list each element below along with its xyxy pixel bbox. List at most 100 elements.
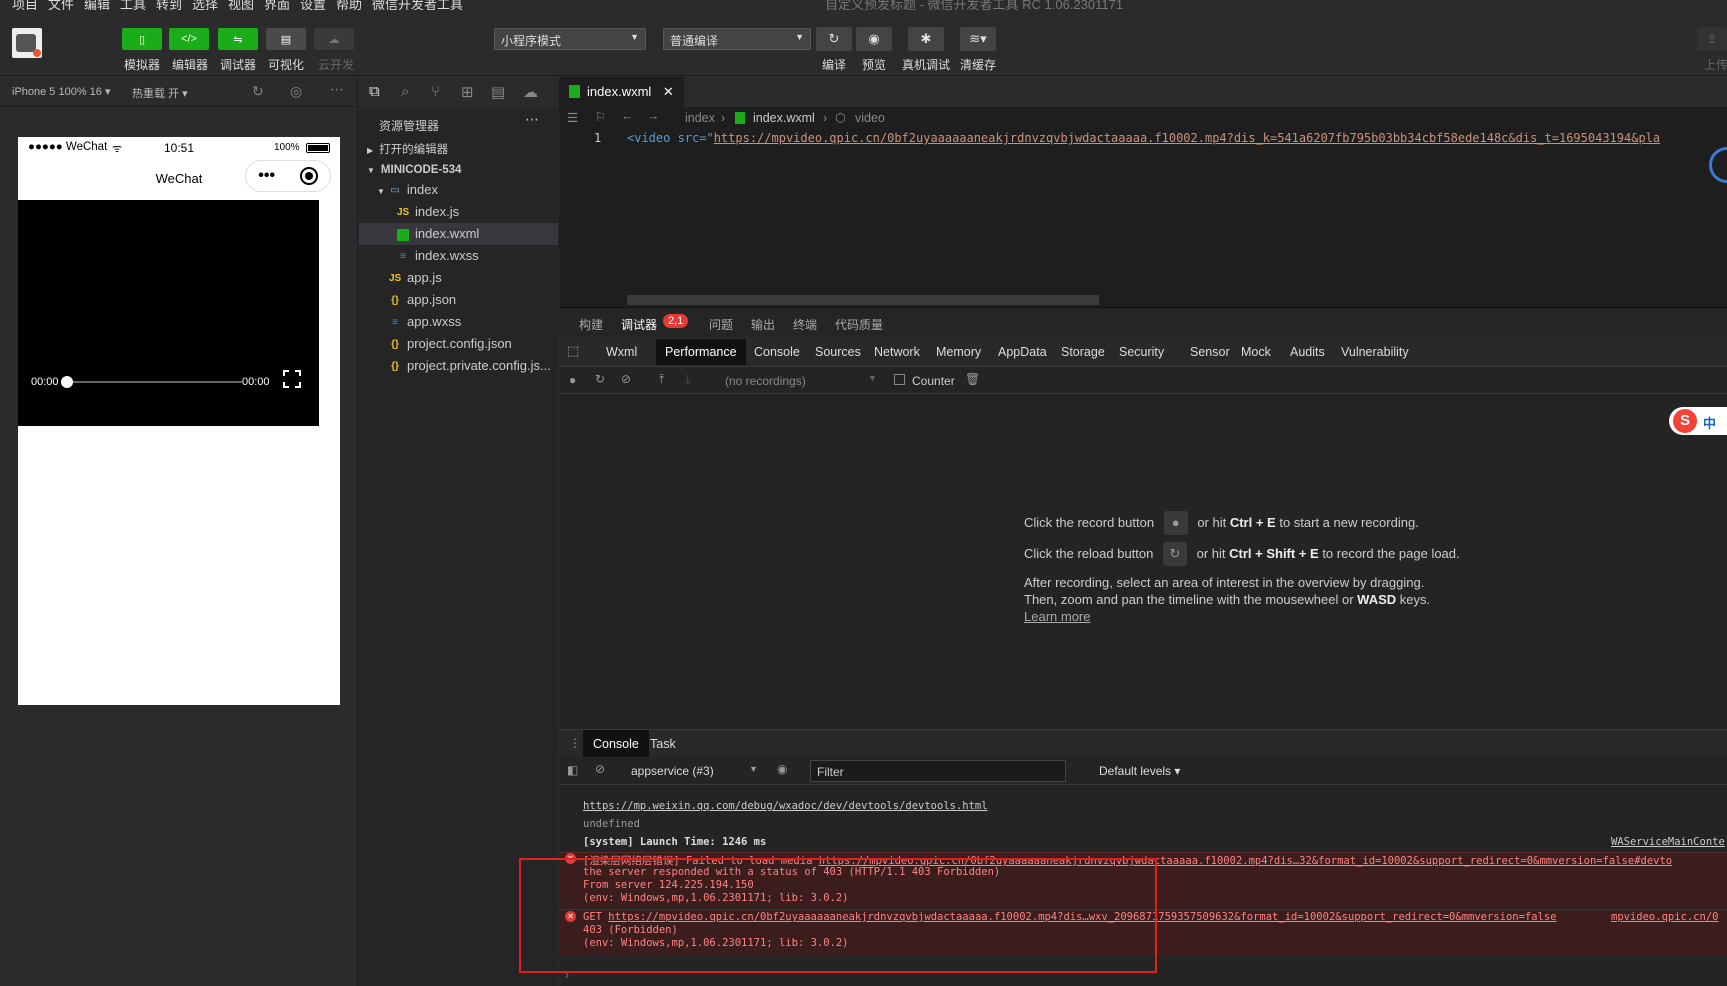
- capsule-menu[interactable]: •••: [245, 160, 331, 192]
- tab-terminal[interactable]: 终端: [793, 316, 817, 333]
- menu-goto[interactable]: 转到: [156, 0, 182, 10]
- levels-select[interactable]: Default levels ▾: [1099, 764, 1180, 778]
- tab-memory[interactable]: Memory: [927, 339, 990, 365]
- tab-storage[interactable]: Storage: [1052, 339, 1114, 365]
- outline-icon[interactable]: ▤: [491, 83, 505, 101]
- learn-more-link[interactable]: Learn more: [1024, 609, 1090, 624]
- floating-assistant-icon[interactable]: [1709, 147, 1727, 183]
- record-circle-icon[interactable]: ●: [1163, 511, 1188, 535]
- menu-help[interactable]: 帮助: [336, 0, 362, 10]
- file-tree-item[interactable]: index.wxml: [359, 223, 558, 245]
- cloud-dev-button[interactable]: ☁: [314, 28, 354, 50]
- simulator-toggle-button[interactable]: ▯: [122, 28, 162, 50]
- rotate-icon[interactable]: ↻: [252, 83, 264, 100]
- close-icon[interactable]: ✕: [663, 84, 674, 99]
- breadcrumb-file[interactable]: index.wxml: [753, 111, 815, 125]
- log-devtools-link[interactable]: https://mp.weixin.qq.com/debug/wxadoc/de…: [583, 800, 988, 812]
- file-tree-item[interactable]: {} project.config.json: [359, 333, 558, 355]
- drawer-menu-icon[interactable]: ⋮: [569, 736, 581, 750]
- explorer-more-icon[interactable]: ⋯: [525, 111, 539, 128]
- file-tree-item[interactable]: ≡ index.wxss: [359, 245, 558, 267]
- editor-toggle-button[interactable]: </>: [169, 28, 209, 50]
- file-tree-item[interactable]: JS app.js: [359, 267, 558, 289]
- code-url[interactable]: https://mpvideo.qpic.cn/0bf2uyaaaaaaneak…: [714, 131, 1660, 145]
- tab-code-quality[interactable]: 代码质量: [835, 316, 883, 333]
- menu-edit[interactable]: 编辑: [84, 0, 110, 10]
- tab-output[interactable]: 输出: [751, 316, 775, 333]
- menu-interface[interactable]: 界面: [264, 0, 290, 10]
- debugger-toggle-button[interactable]: ⇋: [218, 28, 258, 50]
- menu-settings[interactable]: 设置: [300, 0, 326, 10]
- file-tree-item[interactable]: JS index.js: [359, 201, 558, 223]
- more-dots-icon[interactable]: •••: [258, 167, 275, 185]
- record-icon[interactable]: ◎: [290, 83, 302, 100]
- file-tree-item[interactable]: ≡ app.wxss: [359, 311, 558, 333]
- hotreload-select[interactable]: 热重载 开 ▾: [132, 85, 188, 101]
- download-profile-icon[interactable]: ⤓: [685, 372, 690, 387]
- compile-select[interactable]: 普通编译 ▼: [663, 28, 811, 50]
- search-icon[interactable]: ⌕: [401, 83, 409, 100]
- reload-page-icon[interactable]: ↻: [1162, 542, 1187, 566]
- tab-console[interactable]: Console: [745, 339, 809, 365]
- video-progress-handle[interactable]: [61, 376, 73, 388]
- video-player[interactable]: 00:00 00:00: [18, 200, 319, 426]
- clear-console-icon[interactable]: ⊘: [595, 762, 605, 776]
- tab-wxml[interactable]: Wxml: [597, 339, 646, 365]
- log-launch-source[interactable]: WAServiceMainConte: [1611, 836, 1725, 848]
- real-device-debug-button[interactable]: ✱: [908, 27, 944, 51]
- tab-sources[interactable]: Sources: [806, 339, 870, 365]
- upload-profile-icon[interactable]: ⤒: [659, 372, 664, 387]
- drawer-tab-task[interactable]: Task: [650, 737, 676, 751]
- tab-debugger[interactable]: 调试器: [621, 316, 657, 333]
- upload-button[interactable]: ⇪: [1697, 27, 1727, 51]
- cloud-icon[interactable]: ☁: [523, 83, 538, 101]
- menu-project[interactable]: 项目: [12, 0, 38, 10]
- open-editors-section[interactable]: ▶ 打开的编辑器: [359, 139, 558, 161]
- git-icon[interactable]: ⑂: [431, 83, 440, 100]
- tab-mock[interactable]: Mock: [1232, 339, 1280, 365]
- drawer-tab-console[interactable]: Console: [583, 730, 649, 758]
- forward-arrow-icon[interactable]: →: [647, 109, 660, 123]
- clear-cache-button[interactable]: ≋▾: [960, 27, 996, 51]
- eye-icon[interactable]: ◉: [777, 762, 787, 776]
- breadcrumb-folder[interactable]: index: [685, 111, 715, 125]
- code-line[interactable]: <video src="https://mpvideo.qpic.cn/0bf2…: [627, 131, 1727, 145]
- recordings-select[interactable]: (no recordings): [725, 374, 806, 388]
- mode-select[interactable]: 小程序模式 ▼: [494, 28, 646, 50]
- avatar[interactable]: [12, 28, 42, 58]
- inspect-icon[interactable]: ⬚: [567, 343, 579, 359]
- tab-build[interactable]: 构建: [579, 316, 603, 333]
- back-arrow-icon[interactable]: ←: [621, 109, 634, 123]
- tab-sensor[interactable]: Sensor: [1181, 339, 1239, 365]
- file-tree-item[interactable]: ▼ ▭ index: [359, 179, 558, 201]
- menu-devtools[interactable]: 微信开发者工具: [372, 0, 463, 10]
- filter-input[interactable]: Filter: [810, 760, 1066, 782]
- context-select[interactable]: appservice (#3): [631, 764, 714, 778]
- compile-button[interactable]: ↻: [816, 27, 852, 51]
- trash-icon[interactable]: 🗑: [965, 372, 980, 386]
- horizontal-scrollbar[interactable]: [627, 295, 1099, 305]
- fullscreen-icon[interactable]: [283, 370, 301, 388]
- tab-index-wxml[interactable]: index.wxml ✕: [559, 77, 684, 107]
- tab-vulnerability[interactable]: Vulnerability: [1332, 339, 1418, 365]
- file-tree-item[interactable]: {} app.json: [359, 289, 558, 311]
- more-icon[interactable]: ⋯: [330, 81, 344, 98]
- tab-performance[interactable]: Performance: [656, 339, 746, 365]
- reload-icon[interactable]: ↻: [595, 372, 605, 386]
- counter-checkbox[interactable]: [894, 374, 905, 385]
- bookmark-icon[interactable]: ⚐: [595, 109, 606, 124]
- visual-toggle-button[interactable]: ▤: [266, 28, 306, 50]
- menu-view[interactable]: 视图: [228, 0, 254, 10]
- list-icon[interactable]: ☰: [567, 110, 578, 125]
- menu-tools[interactable]: 工具: [120, 0, 146, 10]
- tab-network[interactable]: Network: [865, 339, 929, 365]
- close-miniprogram-icon[interactable]: [299, 167, 318, 185]
- clear-icon[interactable]: ⊘: [621, 372, 631, 386]
- device-select[interactable]: iPhone 5 100% 16 ▾: [12, 85, 111, 98]
- video-progress-track[interactable]: [66, 381, 242, 383]
- breadcrumb-element[interactable]: video: [855, 111, 885, 125]
- tab-audits[interactable]: Audits: [1281, 339, 1334, 365]
- console-prompt-icon[interactable]: ›: [565, 968, 569, 982]
- menu-select[interactable]: 选择: [192, 0, 218, 10]
- files-icon[interactable]: ⧉: [369, 83, 380, 100]
